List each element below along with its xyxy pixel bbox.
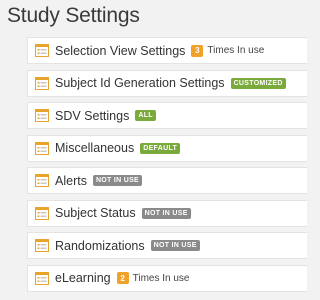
settings-item-label: Subject Status: [55, 206, 136, 220]
status-badge-customized: CUSTOMIZED: [230, 77, 286, 89]
usage-count-label: Times In use: [207, 45, 265, 56]
settings-item-selection-view[interactable]: Selection View Settings 3 Times In use: [27, 37, 307, 64]
settings-panel-icon: [35, 76, 49, 90]
settings-item-elearning[interactable]: eLearning 2 Times In use: [27, 264, 307, 292]
status-badge-default: DEFAULT: [140, 142, 181, 154]
settings-list: Selection View Settings 3 Times In use S…: [27, 37, 307, 297]
settings-panel-icon: [35, 239, 49, 252]
usage-count-badge: 3: [191, 44, 204, 57]
settings-item-subject-status[interactable]: Subject Status NOT IN USE: [27, 199, 307, 227]
usage-count-badge: 2: [116, 272, 129, 284]
status-badge-not-in-use: NOT IN USE: [141, 207, 191, 219]
settings-item-randomizations[interactable]: Randomizations NOT IN USE: [27, 232, 307, 259]
settings-panel-icon: [35, 141, 49, 155]
settings-item-label: SDV Settings: [55, 108, 130, 123]
settings-item-label: Selection View Settings: [55, 43, 186, 58]
settings-item-miscellaneous[interactable]: Miscellaneous DEFAULT: [27, 134, 307, 162]
settings-item-label: Subject Id Generation Settings: [55, 76, 225, 90]
status-badge-not-in-use: NOT IN USE: [150, 240, 200, 251]
settings-panel-icon: [35, 206, 49, 220]
settings-panel-icon: [35, 109, 49, 122]
settings-item-subject-id-generation[interactable]: Subject Id Generation Settings CUSTOMIZE…: [27, 69, 307, 97]
settings-panel-icon: [35, 271, 49, 285]
settings-item-label: eLearning: [55, 271, 111, 285]
settings-item-alerts[interactable]: Alerts NOT IN USE: [27, 167, 307, 194]
settings-item-label: Randomizations: [55, 238, 145, 253]
settings-item-label: Miscellaneous: [55, 141, 135, 155]
usage-count-label: Times In use: [132, 272, 190, 284]
settings-item-label: Alerts: [55, 173, 87, 188]
status-badge-all: ALL: [135, 110, 156, 121]
settings-panel-icon: [35, 174, 49, 187]
status-badge-not-in-use: NOT IN USE: [92, 175, 143, 186]
settings-item-sdv[interactable]: SDV Settings ALL: [27, 102, 307, 129]
settings-panel-icon: [35, 44, 49, 57]
page-title: Study Settings: [7, 4, 140, 27]
